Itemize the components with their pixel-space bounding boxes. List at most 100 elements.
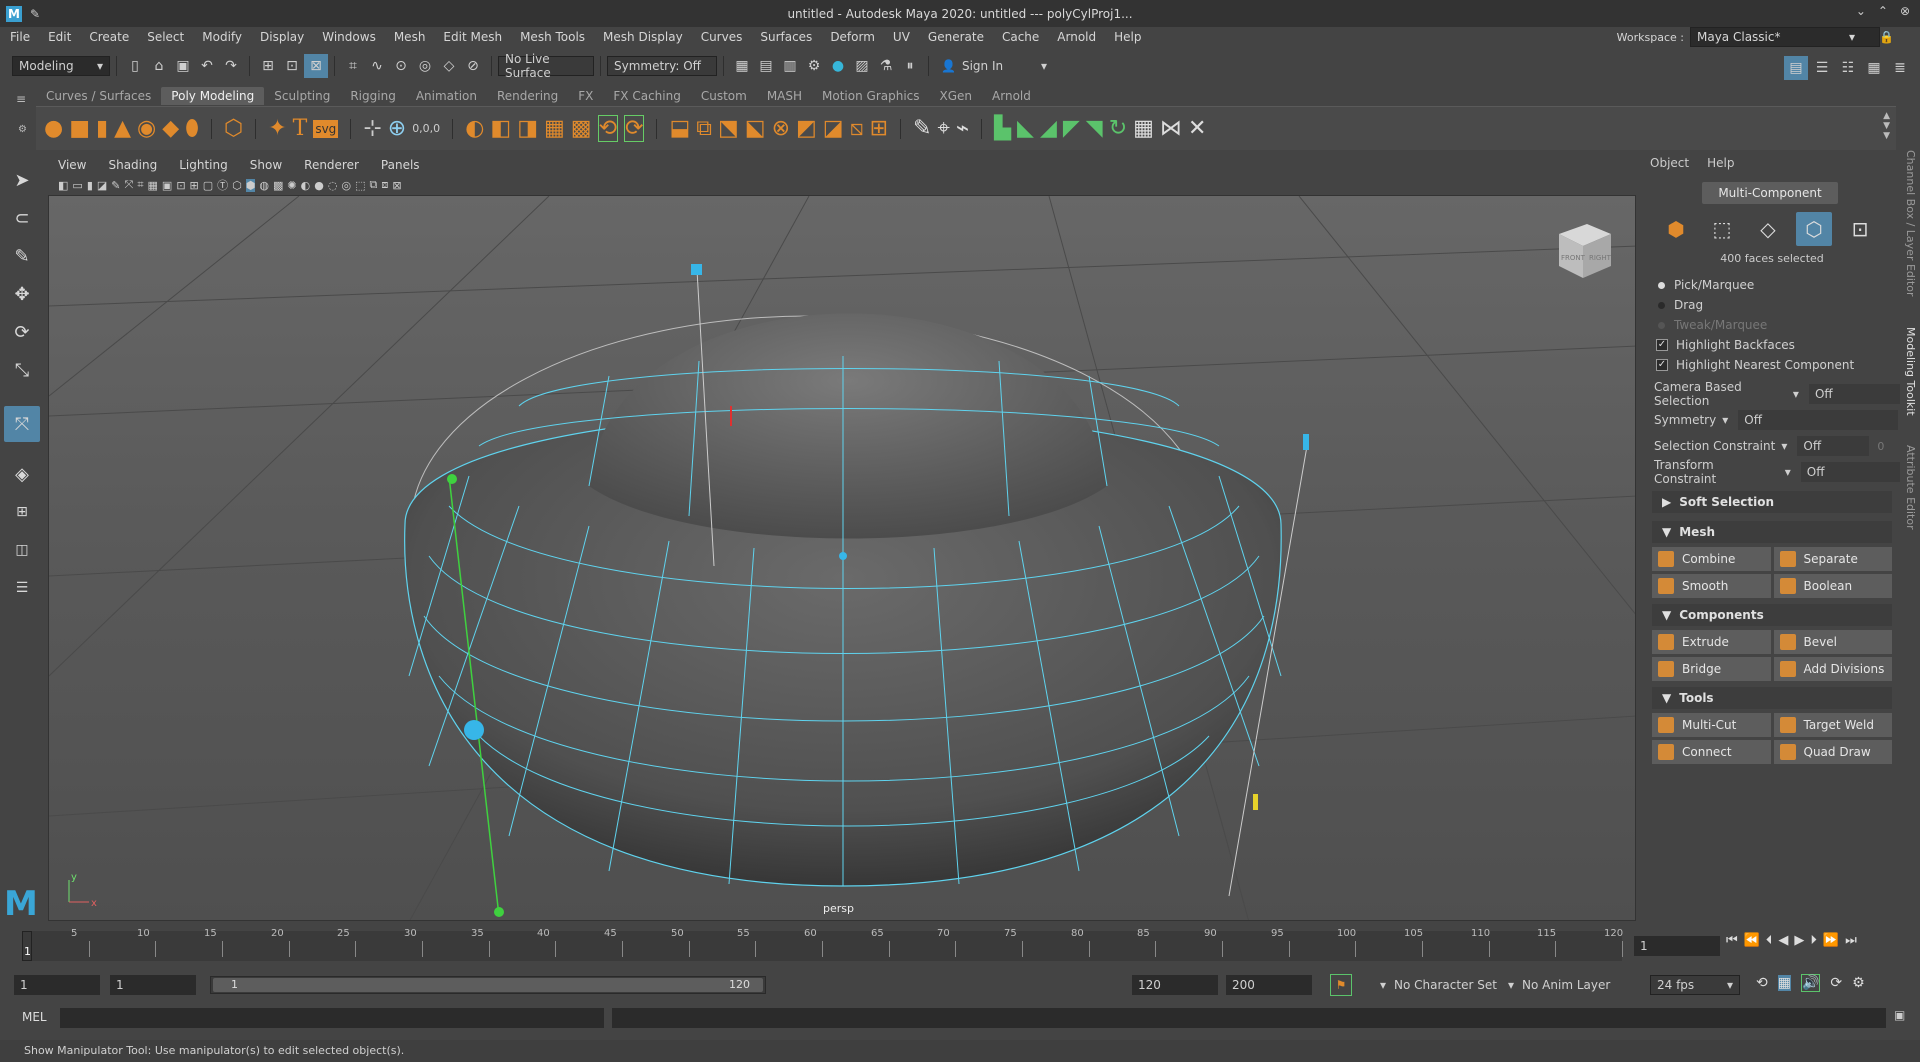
symmetry-row[interactable]: Symmetry ▾ Off [1654,407,1900,433]
toolkit-menu-help[interactable]: Help [1707,156,1734,170]
wireframe-on-shaded-icon[interactable]: ◍ [259,179,269,192]
snap-live-icon[interactable]: ⊘ [461,54,485,78]
rotate-tool-icon[interactable]: ⟳ [4,314,40,350]
anim-prefs-icon[interactable]: ⟳ [1830,975,1842,991]
platonic-icon[interactable]: ⬡ [224,116,243,141]
shelf-tab-mash[interactable]: MASH [757,87,812,105]
four-view-layout-icon[interactable]: ⊞ [4,494,40,530]
playback-start-field[interactable]: 1 [110,975,196,995]
xray-icon[interactable]: ⧉ [369,178,377,192]
menu-surfaces[interactable]: Surfaces [760,30,812,44]
cylindrical-map-icon[interactable]: ◢ [1040,116,1057,141]
side-tab-modeling-toolkit[interactable]: Modeling Toolkit [1904,327,1917,416]
manipulator-handle-green[interactable] [447,474,457,484]
pause-icon[interactable]: ⏸ [898,54,922,78]
safe-action-icon[interactable]: ▢ [203,179,213,192]
star-icon[interactable]: ✦ [268,116,286,141]
select-hierarchy-icon[interactable]: ⊞ [256,54,280,78]
manipulator-handle-green-bottom[interactable] [494,907,504,917]
smooth-button[interactable]: Smooth [1652,574,1771,598]
snap-view-icon[interactable]: ◎ [413,54,437,78]
maximize-icon[interactable]: ⌃ [1878,4,1888,18]
redo-icon[interactable]: ↷ [219,54,243,78]
step-forward-key-icon[interactable]: ⏩ [1823,933,1839,948]
shelf-tab-rigging[interactable]: Rigging [340,87,405,105]
cache-playback-icon[interactable]: ▦ [1777,975,1791,991]
perspective-viewport[interactable]: y x FRONT RIGHT persp [48,195,1636,921]
command-input[interactable] [60,1008,604,1028]
menu-mesh[interactable]: Mesh [394,30,426,44]
go-to-start-icon[interactable]: ⏮ [1726,933,1738,948]
select-tool-icon[interactable]: ➤ [4,162,40,198]
snap-surface-icon[interactable]: ◇ [437,54,461,78]
toggle-attribute-editor-icon[interactable]: ☰ [1810,56,1834,80]
panel-menu-panels[interactable]: Panels [381,158,420,172]
lights-icon[interactable]: ✺ [287,179,296,192]
shelf-tab-custom[interactable]: Custom [691,87,757,105]
quad-draw-icon[interactable]: ⌁ [956,116,969,141]
step-back-frame-icon[interactable]: ⏴ [1766,933,1773,948]
bevel-button[interactable]: Bevel [1773,630,1892,654]
target-weld-icon[interactable]: ⌖ [937,116,949,141]
origin-icon[interactable]: 0,0,0 [412,122,440,135]
current-frame-field[interactable]: 1 [1634,936,1720,956]
bridge-icon[interactable]: ⧉ [696,116,712,141]
lasso-tool-icon[interactable]: ⊂ [4,200,40,236]
character-set-dropdown[interactable]: ▾ No Character Set [1380,975,1497,995]
quadrangulate-icon[interactable]: ⊞ [870,116,888,141]
measure-icon[interactable]: ⊹ [363,116,381,141]
shelf-tab-motion-graphics[interactable]: Motion Graphics [812,87,930,105]
2d-pan-zoom-icon[interactable]: ⤧ [125,178,134,192]
panel-menu-view[interactable]: View [58,158,86,172]
extrude-icon[interactable]: ⬓ [669,116,690,141]
shadows-icon[interactable]: ◐ [301,179,311,192]
svg-icon[interactable]: svg [313,119,339,138]
layout-uv-icon[interactable]: ✕ [1188,116,1206,141]
show-manipulator-tool-icon[interactable]: ⤧ [4,406,40,442]
menu-help[interactable]: Help [1114,30,1141,44]
play-backwards-icon[interactable]: ◀ [1778,933,1788,948]
manipulator-handle-right[interactable] [1303,434,1309,450]
command-language-label[interactable]: MEL [22,1010,47,1024]
playback-end-field[interactable]: 120 [1132,975,1218,995]
arnold-ipr-icon[interactable]: ⚗ [874,54,898,78]
shelf-tab-xgen[interactable]: XGen [930,87,983,105]
vertex-mode-icon[interactable]: ⬚ [1704,212,1740,246]
extrude-button[interactable]: Extrude [1652,630,1771,654]
uv-editor-icon[interactable]: ▙ [994,116,1011,141]
snap-curve-icon[interactable]: ∿ [365,54,389,78]
menu-mesh-tools[interactable]: Mesh Tools [520,30,585,44]
planar-map-icon[interactable]: ◣ [1017,116,1034,141]
bridge-button[interactable]: Bridge [1652,657,1771,681]
menu-windows[interactable]: Windows [322,30,376,44]
cut-uv-icon[interactable]: ↻ [1109,116,1127,141]
animation-end-field[interactable]: 200 [1226,975,1312,995]
tools-section[interactable]: ▼ Tools [1652,687,1892,709]
isolate-select-icon[interactable]: ⬚ [355,179,365,192]
manipulator-handle-top[interactable] [691,264,702,275]
spherical-map-icon[interactable]: ◤ [1063,116,1080,141]
plane-icon[interactable]: ◆ [162,116,179,141]
menu-curves[interactable]: Curves [701,30,743,44]
mirror-icon[interactable]: ⟲ [597,115,619,142]
xray-active-icon[interactable]: ⊠ [392,179,401,192]
highlight-nearest-component-checkbox[interactable]: ✓ Highlight Nearest Component [1644,355,1900,375]
range-slider-handle[interactable] [213,978,763,992]
menu-uv[interactable]: UV [893,30,910,44]
script-editor-icon[interactable]: ▣ [1894,1008,1905,1022]
highlight-backfaces-checkbox[interactable]: ✓ Highlight Backfaces [1644,335,1900,355]
resolution-gate-icon[interactable]: ▣ [162,179,172,192]
shelf-tab-sculpting[interactable]: Sculpting [264,87,340,105]
shelf-settings-icon[interactable]: ⚙ [18,124,27,135]
step-back-key-icon[interactable]: ⏪ [1744,933,1760,948]
transform-constraint-row[interactable]: Transform Constraint ▾ Off [1654,458,1900,486]
menu-cache[interactable]: Cache [1002,30,1039,44]
boolean-button[interactable]: Boolean [1773,574,1892,598]
menu-generate[interactable]: Generate [928,30,984,44]
pivot-icon[interactable]: ⊕ [388,116,406,141]
pin-icon[interactable]: ✎ [30,7,40,21]
shelf-menu-icon[interactable]: ≡ [16,92,26,106]
open-scene-icon[interactable]: ⌂ [147,54,171,78]
panel-menu-shading[interactable]: Shading [108,158,157,172]
save-scene-icon[interactable]: ▣ [171,54,195,78]
